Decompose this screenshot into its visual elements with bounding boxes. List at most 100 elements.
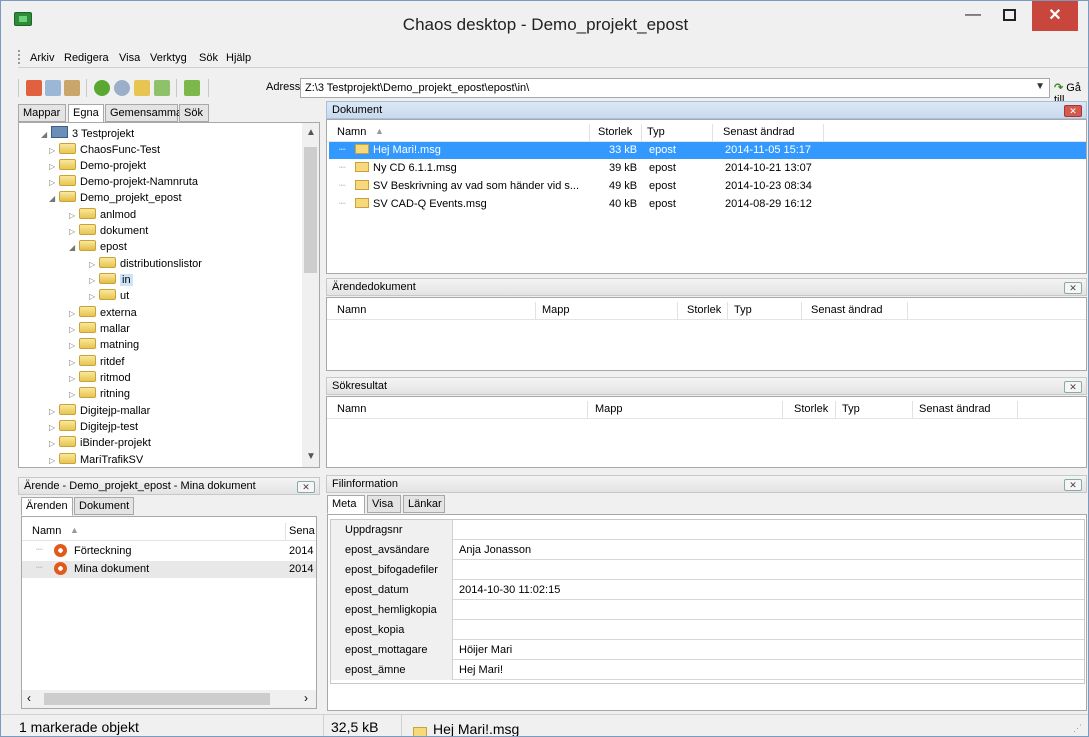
chevron-up-icon[interactable]: ▲ — [306, 127, 316, 138]
arende-close-button[interactable]: ✕ — [297, 481, 315, 493]
expand-icon[interactable]: ▷ — [49, 456, 59, 465]
chevron-left-icon[interactable]: ‹ — [27, 691, 31, 705]
expand-icon[interactable]: ▷ — [49, 439, 59, 448]
expand-icon[interactable]: ▷ — [69, 309, 79, 318]
table-row[interactable]: ┈ SV CAD-Q Events.msg 40 kB epost 2014-0… — [329, 196, 1086, 213]
menu-redigera[interactable]: Redigera — [64, 52, 109, 64]
tree-item[interactable]: ▷ MariTrafikSV — [49, 453, 143, 467]
arende-h-scrollbar[interactable]: ‹ › — [22, 690, 316, 708]
tree-item[interactable]: ▷ anlmod — [69, 208, 136, 224]
menu-sok[interactable]: Sök — [199, 52, 218, 64]
expand-icon[interactable]: ▷ — [69, 341, 79, 350]
collapse-icon[interactable]: ◢ — [69, 243, 79, 252]
expand-icon[interactable]: ▷ — [69, 227, 79, 236]
tree-item[interactable]: ▷ externa — [69, 306, 137, 322]
tab-visa[interactable]: Visa — [367, 495, 401, 513]
collapse-icon[interactable]: ◢ — [49, 194, 59, 203]
col-senast-andrad[interactable]: Senast ändrad — [811, 304, 883, 316]
folder-up-icon[interactable] — [134, 80, 150, 96]
new-document-icon[interactable] — [184, 80, 200, 96]
tree-item[interactable]: ▷ ChaosFunc-Test — [49, 143, 160, 159]
tree-item-selected[interactable]: ▷ in — [89, 273, 133, 289]
menu-visa[interactable]: Visa — [119, 52, 140, 64]
sokresultat-close-button[interactable]: ✕ — [1064, 381, 1082, 393]
expand-icon[interactable]: ▷ — [69, 325, 79, 334]
col-senast-andrad[interactable]: Senast ändrad — [723, 126, 795, 138]
col-namn[interactable]: Namn — [337, 403, 366, 415]
tree-item[interactable]: ▷ ritning — [69, 387, 130, 403]
dokument-list[interactable]: Namn ▲ Storlek Typ Senast ändrad ┈ Hej M… — [326, 119, 1087, 274]
col-senast-andrad[interactable]: Senast ändrad — [919, 403, 991, 415]
minimize-button[interactable]: — — [958, 1, 988, 31]
meta-row[interactable]: epost_ämne Hej Mari! — [331, 660, 1084, 680]
address-input[interactable]: Z:\3 Testprojekt\Demo_projekt_epost\epos… — [300, 78, 1050, 98]
col-namn[interactable]: Namn — [337, 126, 366, 138]
tab-dokument[interactable]: Dokument — [74, 497, 134, 515]
filinfo-close-button[interactable]: ✕ — [1064, 479, 1082, 491]
dokument-close-button[interactable]: ✕ — [1064, 105, 1082, 117]
expand-icon[interactable]: ▷ — [49, 178, 59, 187]
menu-verktyg[interactable]: Verktyg — [150, 52, 187, 64]
tab-sok[interactable]: Sök — [179, 104, 209, 122]
scroll-thumb[interactable] — [304, 147, 317, 273]
expand-icon[interactable]: ▷ — [49, 423, 59, 432]
back-arrow-icon[interactable] — [94, 80, 110, 96]
tree-item[interactable]: ◢ Demo_projekt_epost — [49, 191, 182, 207]
col-storlek[interactable]: Storlek — [794, 403, 828, 415]
forward-arrow-icon[interactable] — [114, 80, 130, 96]
tree-item[interactable]: ▷ Digitejp-test — [49, 420, 138, 436]
menu-hjalp[interactable]: Hjälp — [226, 52, 251, 64]
table-row[interactable]: ┈ Hej Mari!.msg 33 kB epost 2014-11-05 1… — [329, 142, 1086, 159]
tab-meta[interactable]: Meta — [327, 495, 365, 514]
tree-item[interactable]: ▷ iBinder-projekt — [49, 436, 151, 452]
tree-item[interactable]: ▷ Digitejp-mallar — [49, 404, 150, 420]
chevron-right-icon[interactable]: › — [304, 691, 308, 705]
chevron-down-icon[interactable]: ▼ — [306, 451, 316, 462]
col-storlek[interactable]: Storlek — [598, 126, 632, 138]
menu-arkiv[interactable]: Arkiv — [30, 52, 54, 64]
cut-icon[interactable] — [26, 80, 42, 96]
arendedokument-close-button[interactable]: ✕ — [1064, 282, 1082, 294]
meta-row[interactable]: Uppdragsnr — [331, 520, 1084, 540]
meta-row[interactable]: epost_avsändare Anja Jonasson — [331, 540, 1084, 560]
expand-icon[interactable]: ▷ — [89, 260, 99, 269]
tree-item[interactable]: ▷ matning — [69, 338, 139, 354]
list-item[interactable]: ┈ Förteckning 2014 — [22, 543, 316, 560]
list-item[interactable]: ┈ Mina dokument 2014 — [22, 561, 316, 578]
sokresultat-list[interactable]: Namn Mapp Storlek Typ Senast ändrad — [326, 396, 1087, 468]
table-row[interactable]: ┈ SV Beskrivning av vad som händer vid s… — [329, 178, 1086, 195]
scroll-thumb[interactable] — [44, 693, 270, 705]
collapse-icon[interactable]: ◢ — [41, 130, 51, 139]
expand-icon[interactable]: ▷ — [69, 374, 79, 383]
col-typ[interactable]: Typ — [734, 304, 752, 316]
col-typ[interactable]: Typ — [842, 403, 860, 415]
meta-row[interactable]: epost_bifogadefiler — [331, 560, 1084, 580]
tree-item[interactable]: ▷ Demo-projekt — [49, 159, 146, 175]
expand-icon[interactable]: ▷ — [69, 211, 79, 220]
col-typ[interactable]: Typ — [647, 126, 665, 138]
tree-item[interactable]: ▷ mallar — [69, 322, 130, 338]
tree-scrollbar[interactable]: ▲ ▼ — [302, 123, 319, 467]
tab-mappar[interactable]: Mappar — [18, 104, 66, 122]
expand-icon[interactable]: ▷ — [49, 162, 59, 171]
tab-lankar[interactable]: Länkar — [403, 495, 445, 513]
col-namn[interactable]: Namn — [32, 525, 61, 537]
meta-row[interactable]: epost_hemligkopia — [331, 600, 1084, 620]
col-senast[interactable]: Sena — [289, 525, 315, 537]
expand-icon[interactable]: ▷ — [69, 358, 79, 367]
expand-icon[interactable]: ▷ — [49, 407, 59, 416]
maximize-button[interactable] — [994, 1, 1024, 31]
tree-item[interactable]: ▷ ritmod — [69, 371, 131, 387]
arende-list[interactable]: Namn ▲ Sena ┈ Förteckning 2014 ┈ Mina do… — [21, 516, 317, 709]
tree-item[interactable]: ▷ ut — [89, 289, 129, 305]
arendedokument-list[interactable]: Namn Mapp Storlek Typ Senast ändrad — [326, 297, 1087, 371]
expand-icon[interactable]: ▷ — [89, 276, 99, 285]
meta-row[interactable]: epost_kopia — [331, 620, 1084, 640]
tree-item[interactable]: ◢ epost — [69, 240, 127, 256]
meta-row[interactable]: epost_mottagare Höijer Mari — [331, 640, 1084, 660]
tree-item[interactable]: ◢ 3 Testprojekt — [41, 126, 134, 142]
folder-tree[interactable]: ◢ 3 Testprojekt ▷ ChaosFunc-Test ▷ Demo-pro… — [18, 122, 320, 468]
col-mapp[interactable]: Mapp — [595, 403, 623, 415]
expand-icon[interactable]: ▷ — [69, 390, 79, 399]
tree-item[interactable]: ▷ Demo-projekt-Namnruta — [49, 175, 198, 191]
